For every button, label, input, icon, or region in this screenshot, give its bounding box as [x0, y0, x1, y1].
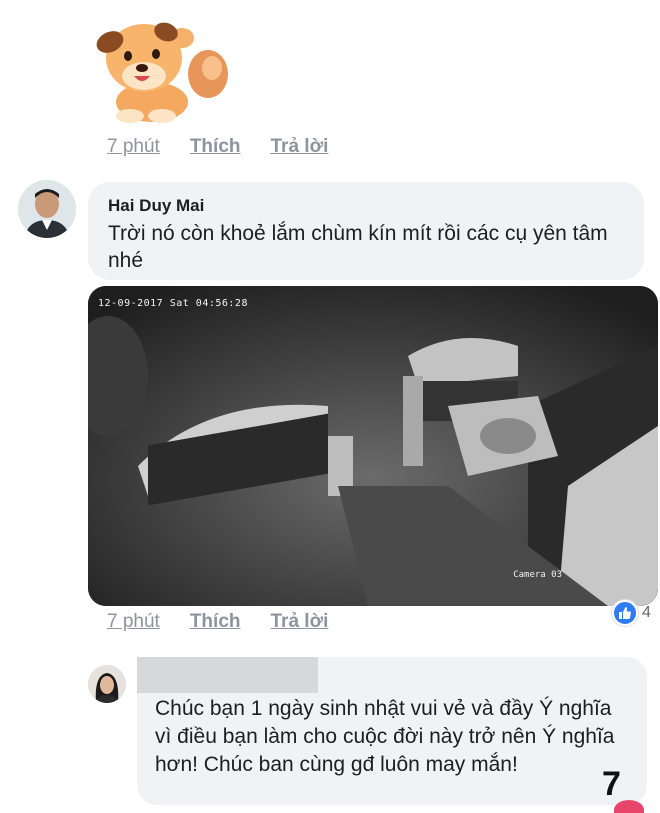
like-link[interactable]: Thích — [190, 611, 241, 633]
like-link[interactable]: Thích — [190, 136, 241, 158]
timestamp-link[interactable]: 7 phút — [107, 611, 160, 633]
comment-actions: 7 phút Thích Trả lời — [107, 611, 328, 633]
reply-link[interactable]: Trả lời — [271, 136, 329, 158]
timestamp-link[interactable]: 7 phút — [107, 136, 160, 158]
comment-bubble: Hai Duy Mai Trời nó còn khoẻ lắm chùm kí… — [88, 182, 644, 280]
heart-reaction-icon — [614, 800, 644, 813]
cctv-photo[interactable]: 12-09-2017 Sat 04:56:28 Camera 03 — [88, 286, 658, 606]
avatar[interactable] — [18, 180, 76, 238]
comment-author[interactable]: Hai Duy Mai — [108, 196, 624, 216]
comment-text: Chúc bạn 1 ngày sinh nhật vui vẻ và đầy … — [155, 697, 615, 776]
dog-sticker — [96, 10, 232, 126]
page-number: 7 — [602, 765, 621, 803]
avatar[interactable] — [88, 665, 126, 703]
reaction-count: 4 — [642, 604, 651, 621]
cctv-timestamp: 12-09-2017 Sat 04:56:28 — [98, 298, 248, 309]
comment-actions: 7 phút Thích Trả lời — [107, 136, 328, 158]
redacted-author-name — [137, 657, 318, 693]
reply-link[interactable]: Trả lời — [271, 611, 329, 633]
like-icon — [612, 600, 638, 626]
reaction-summary[interactable]: 4 — [612, 600, 651, 626]
comment-text: Trời nó còn khoẻ lắm chùm kín mít rồi cá… — [108, 222, 608, 272]
cctv-camera-label: Camera 03 — [513, 570, 562, 580]
